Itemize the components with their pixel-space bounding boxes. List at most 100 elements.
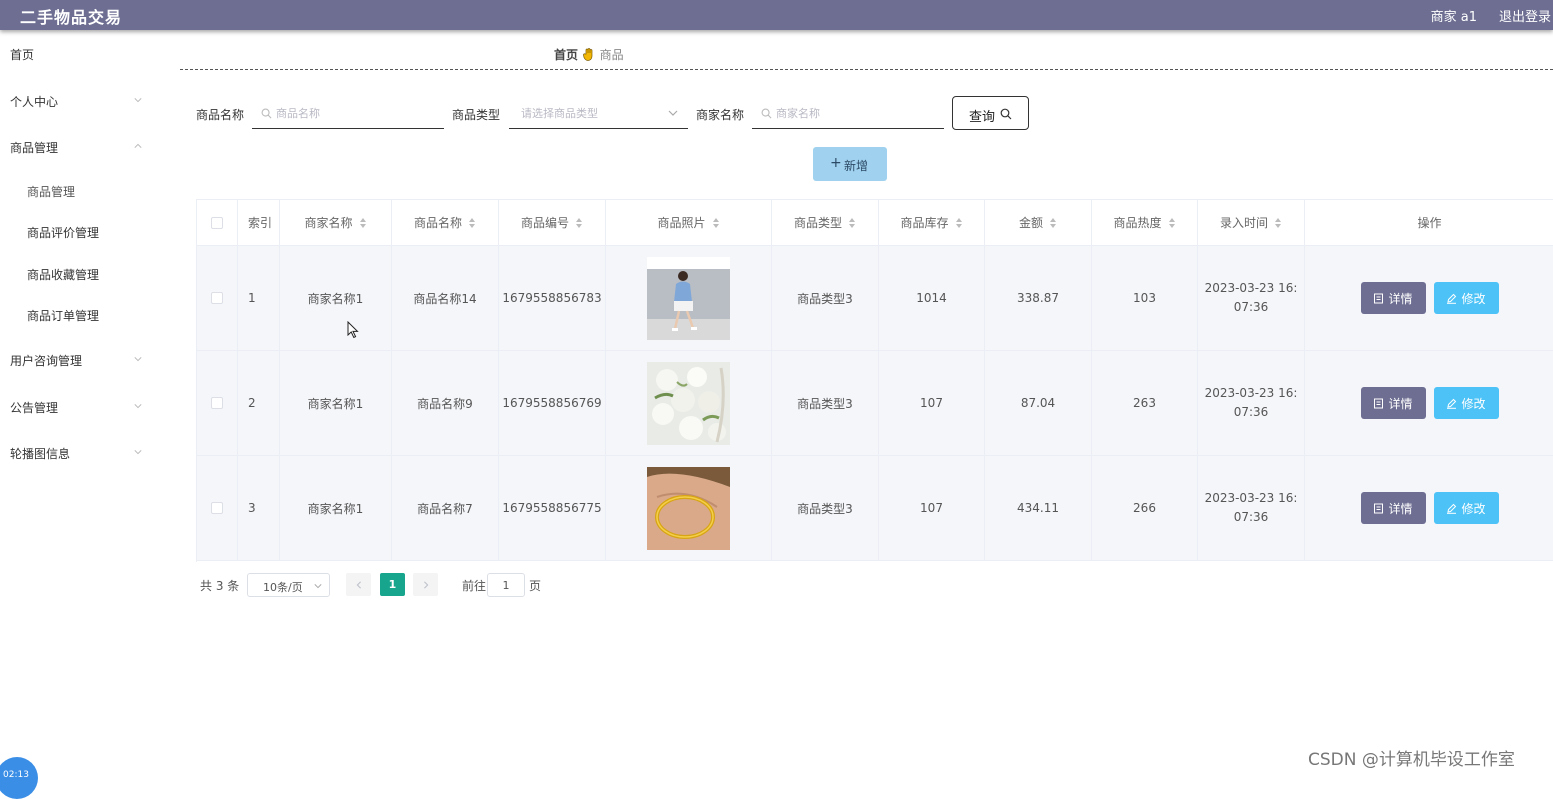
- header-photo[interactable]: 商品照片: [606, 200, 772, 245]
- header-price[interactable]: 金额: [985, 200, 1092, 245]
- header-ops: 操作: [1305, 200, 1553, 245]
- cell-stock: 1014: [879, 246, 985, 350]
- goods-photo[interactable]: [647, 361, 730, 445]
- header-label: 商品照片: [657, 216, 706, 230]
- header-code[interactable]: 商品编号: [499, 200, 606, 245]
- sort-icon[interactable]: [575, 217, 583, 229]
- goto-page-input[interactable]: [487, 573, 525, 597]
- sidebar-item-carousel[interactable]: 轮播图信息: [10, 445, 144, 465]
- sort-icon[interactable]: [1274, 217, 1282, 229]
- select-all-checkbox[interactable]: [211, 216, 223, 229]
- header-time[interactable]: 录入时间: [1198, 200, 1305, 245]
- header-name[interactable]: 商品名称: [392, 200, 499, 245]
- cell-stock: 107: [879, 351, 985, 455]
- sort-icon[interactable]: [359, 217, 367, 229]
- header-label: 索引: [248, 216, 273, 230]
- goods-photo[interactable]: [647, 466, 730, 550]
- cell-name: 商品名称9: [392, 351, 499, 455]
- detail-button-label: 详情: [1388, 291, 1413, 306]
- cell-code: 1679558856783: [499, 246, 606, 350]
- chevron-left-icon: [356, 580, 361, 589]
- header-heat[interactable]: 商品热度: [1092, 200, 1198, 245]
- prev-page-button[interactable]: [346, 573, 371, 596]
- edit-button[interactable]: 修改: [1433, 282, 1499, 314]
- cell-price: 434.11: [985, 456, 1092, 560]
- sidebar-item-goods-group[interactable]: 商品管理: [10, 139, 144, 159]
- page-size-select[interactable]: 10条/页: [247, 573, 330, 597]
- sidebar-item-home[interactable]: 首页: [10, 46, 144, 66]
- edit-icon: [1446, 293, 1457, 304]
- clock-time: 02:13: [3, 770, 29, 780]
- goods-name-input[interactable]: [276, 104, 438, 122]
- goods-name-label: 商品名称: [196, 108, 245, 122]
- detail-button-label: 详情: [1388, 501, 1413, 516]
- sidebar-item-notice[interactable]: 公告管理: [10, 399, 144, 419]
- cell-heat: 263: [1092, 351, 1198, 455]
- sidebar-item-label: 商品管理: [10, 141, 59, 155]
- sort-icon[interactable]: [712, 217, 720, 229]
- chevron-down-icon: [314, 582, 322, 590]
- page-number-current[interactable]: 1: [380, 573, 405, 596]
- cell-time: 2023-03-23 16: 07:36: [1198, 456, 1305, 560]
- detail-button[interactable]: 详情: [1360, 282, 1426, 314]
- row-checkbox[interactable]: [211, 502, 223, 514]
- time-clock: 07:36: [1233, 405, 1269, 419]
- row-checkbox[interactable]: [211, 292, 223, 304]
- sort-icon[interactable]: [1049, 217, 1057, 229]
- hand-icon: [582, 48, 596, 62]
- sidebar-item-label: 公告管理: [10, 401, 59, 415]
- query-button[interactable]: 查询: [952, 96, 1029, 130]
- header-merchant[interactable]: 商家名称: [280, 200, 392, 245]
- document-icon: [1373, 293, 1384, 304]
- sidebar: 首页 个人中心 商品管理 商品管理 商品评价管理 商品收藏管理 商品订单管理 用…: [0, 30, 160, 776]
- cell-time: 2023-03-23 16: 07:36: [1198, 351, 1305, 455]
- goods-type-select[interactable]: 请选择商品类型: [509, 98, 688, 129]
- detail-button[interactable]: 详情: [1360, 387, 1426, 419]
- table-row: 1 商家名称1 商品名称14 1679558856783 商品类型3 1014 …: [197, 246, 1553, 351]
- sidebar-subitem-reviews[interactable]: 商品评价管理: [27, 224, 99, 241]
- header-type[interactable]: 商品类型: [772, 200, 879, 245]
- edit-icon: [1446, 398, 1457, 409]
- edit-button[interactable]: 修改: [1433, 387, 1499, 419]
- logout-link[interactable]: 退出登录: [1499, 6, 1551, 25]
- row-checkbox[interactable]: [211, 397, 223, 409]
- goods-photo[interactable]: [647, 256, 730, 340]
- cell-merchant: 商家名称1: [280, 351, 392, 455]
- detail-button[interactable]: 详情: [1360, 492, 1426, 524]
- header-label: 金额: [1018, 216, 1043, 230]
- sort-icon[interactable]: [1168, 217, 1176, 229]
- sort-icon[interactable]: [468, 217, 476, 229]
- sort-icon[interactable]: [848, 217, 856, 229]
- sidebar-item-personal[interactable]: 个人中心: [10, 93, 144, 113]
- time-date: 2023-03-23 16:: [1204, 281, 1298, 295]
- breadcrumb-current: 商品: [599, 48, 624, 62]
- row-select-cell: [197, 351, 238, 455]
- edit-button[interactable]: 修改: [1433, 492, 1499, 524]
- header-label: 商品名称: [413, 216, 462, 230]
- cell-type: 商品类型3: [772, 351, 879, 455]
- page-suffix-label: 页: [529, 579, 542, 593]
- sort-icon[interactable]: [955, 217, 963, 229]
- sidebar-subitem-goods[interactable]: 商品管理: [27, 183, 75, 200]
- cell-stock: 107: [879, 456, 985, 560]
- add-button[interactable]: + 新增: [813, 147, 887, 181]
- sidebar-item-consult[interactable]: 用户咨询管理: [10, 352, 144, 372]
- query-button-label: 查询: [969, 110, 996, 125]
- goto-label: 前往: [462, 579, 487, 593]
- next-page-button[interactable]: [413, 573, 438, 596]
- cell-index: 2: [238, 351, 280, 455]
- cell-ops: 详情 修改: [1305, 456, 1553, 560]
- page-size-value: 10条/页: [263, 581, 303, 594]
- breadcrumb-home[interactable]: 首页: [554, 48, 578, 62]
- table-row: 2 商家名称1 商品名称9 1679558856769 商品类型3 107 87…: [197, 351, 1553, 456]
- header-stock[interactable]: 商品库存: [879, 200, 985, 245]
- header-label: 商品编号: [520, 216, 569, 230]
- mouse-cursor-icon: [347, 321, 359, 339]
- row-select-cell: [197, 246, 238, 350]
- sidebar-subitem-orders[interactable]: 商品订单管理: [27, 307, 99, 324]
- merchant-name-input[interactable]: [776, 104, 938, 122]
- sidebar-subitem-favorites[interactable]: 商品收藏管理: [27, 266, 99, 283]
- table-header: 索引 商家名称 商品名称 商品编号 商品照片 商品类型 商品库存 金额 商品热度…: [197, 200, 1553, 246]
- time-date: 2023-03-23 16:: [1204, 386, 1298, 400]
- time-clock: 07:36: [1233, 510, 1269, 524]
